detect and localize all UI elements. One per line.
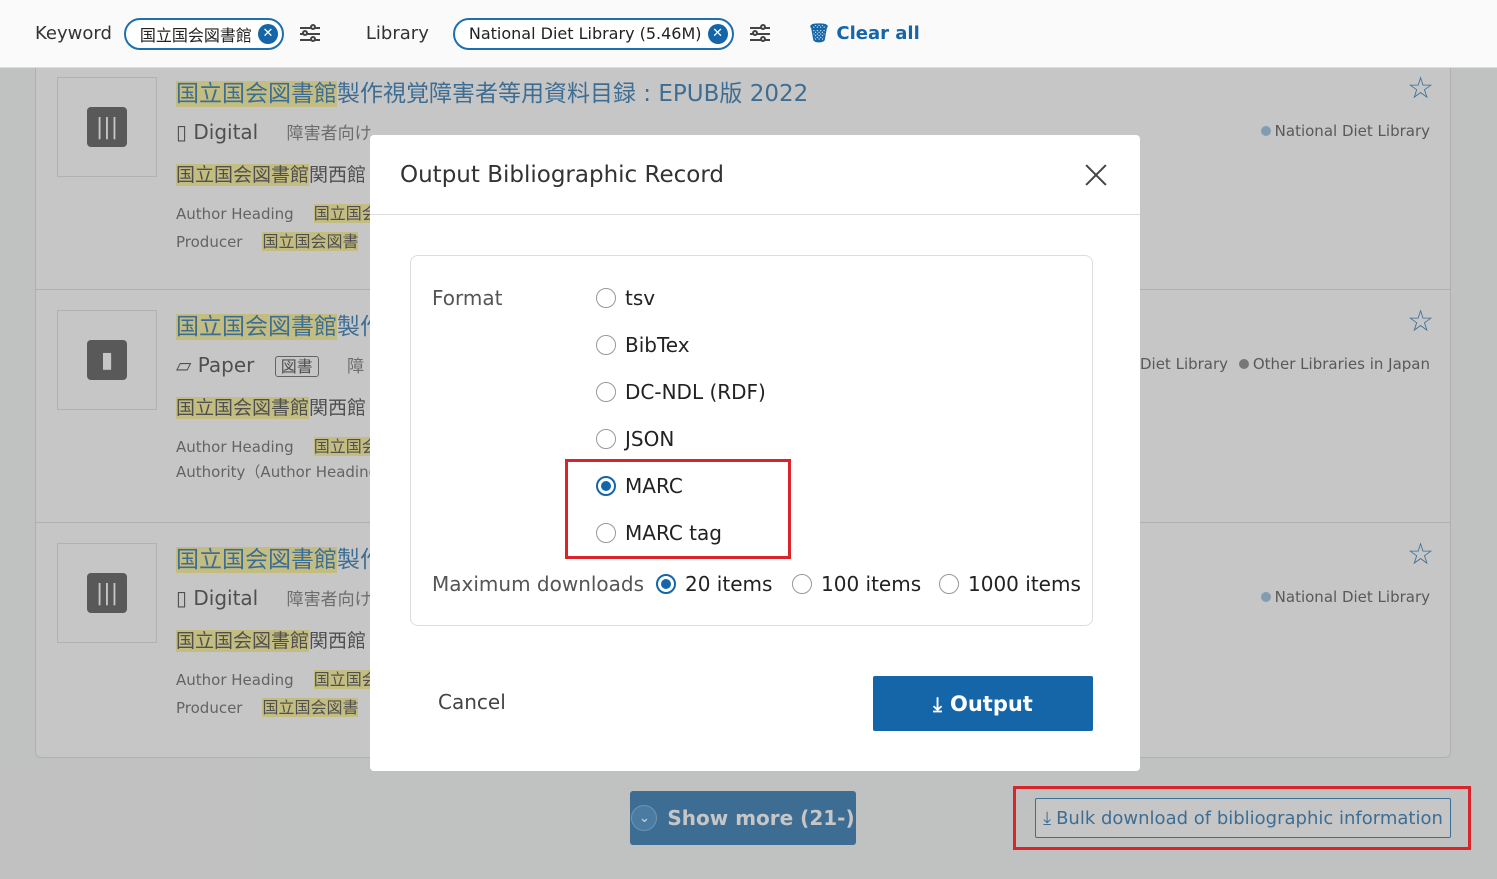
max-option-1000[interactable]: 1000 items [939,572,1081,596]
options-panel: Format tsv BibTex DC-NDL (RDF) JSON MARC… [410,255,1093,626]
format-label: Format [432,286,503,310]
library-chip[interactable]: National Diet Library (5.46M) ✕ [452,17,734,50]
format-option-label: tsv [625,286,656,310]
max-option-100[interactable]: 100 items [792,572,921,596]
keyword-label: Keyword [35,23,112,44]
library-chip-text: National Diet Library (5.46M) [468,24,702,43]
format-option-dc-ndl[interactable]: DC-NDL (RDF) [596,380,766,404]
dialog-header: Output Bibliographic Record [370,135,1140,215]
radio-button[interactable] [792,574,812,594]
output-dialog: Output Bibliographic Record Format tsv B… [370,135,1140,771]
library-settings-icon[interactable] [748,22,772,46]
max-option-label: 20 items [685,572,773,596]
radio-button-selected[interactable] [656,574,676,594]
trash-icon: 🗑 [807,23,831,44]
cancel-button[interactable]: Cancel [438,690,506,714]
radio-button[interactable] [596,335,616,355]
keyword-settings-icon[interactable] [298,22,322,46]
max-option-label: 100 items [821,572,922,596]
output-button[interactable]: ⤓ Output [873,676,1093,731]
remove-keyword-icon[interactable]: ✕ [257,23,278,44]
download-icon: ⤓ [933,691,942,716]
remove-library-icon[interactable]: ✕ [707,23,728,44]
max-option-label: 1000 items [968,572,1081,596]
format-option-label: BibTex [625,333,690,357]
radio-button[interactable] [596,288,616,308]
keyword-chip-text: 国立国会図書館 [139,25,252,45]
radio-button[interactable] [596,429,616,449]
close-icon[interactable] [1084,163,1108,187]
radio-button[interactable] [939,574,959,594]
format-option-label: MARC tag [625,521,722,545]
format-option-label: MARC [625,474,683,498]
radio-button[interactable] [596,523,616,543]
format-option-bibtex[interactable]: BibTex [596,333,690,357]
clear-all-button[interactable]: 🗑 Clear all [808,23,920,44]
format-option-label: JSON [625,427,675,451]
dialog-title: Output Bibliographic Record [400,161,724,188]
keyword-chip[interactable]: 国立国会図書館 ✕ [123,17,284,50]
format-option-label: DC-NDL (RDF) [625,380,766,404]
format-option-marc[interactable]: MARC [596,474,683,498]
format-option-marc-tag[interactable]: MARC tag [596,521,722,545]
radio-button-selected[interactable] [596,476,616,496]
output-label: Output [949,691,1033,716]
format-option-json[interactable]: JSON [596,427,674,451]
max-option-20[interactable]: 20 items [656,572,772,596]
format-option-tsv[interactable]: tsv [596,286,655,310]
library-label: Library [365,23,429,44]
clear-all-label: Clear all [836,23,920,44]
max-downloads-label: Maximum downloads [432,572,645,596]
radio-button[interactable] [596,382,616,402]
